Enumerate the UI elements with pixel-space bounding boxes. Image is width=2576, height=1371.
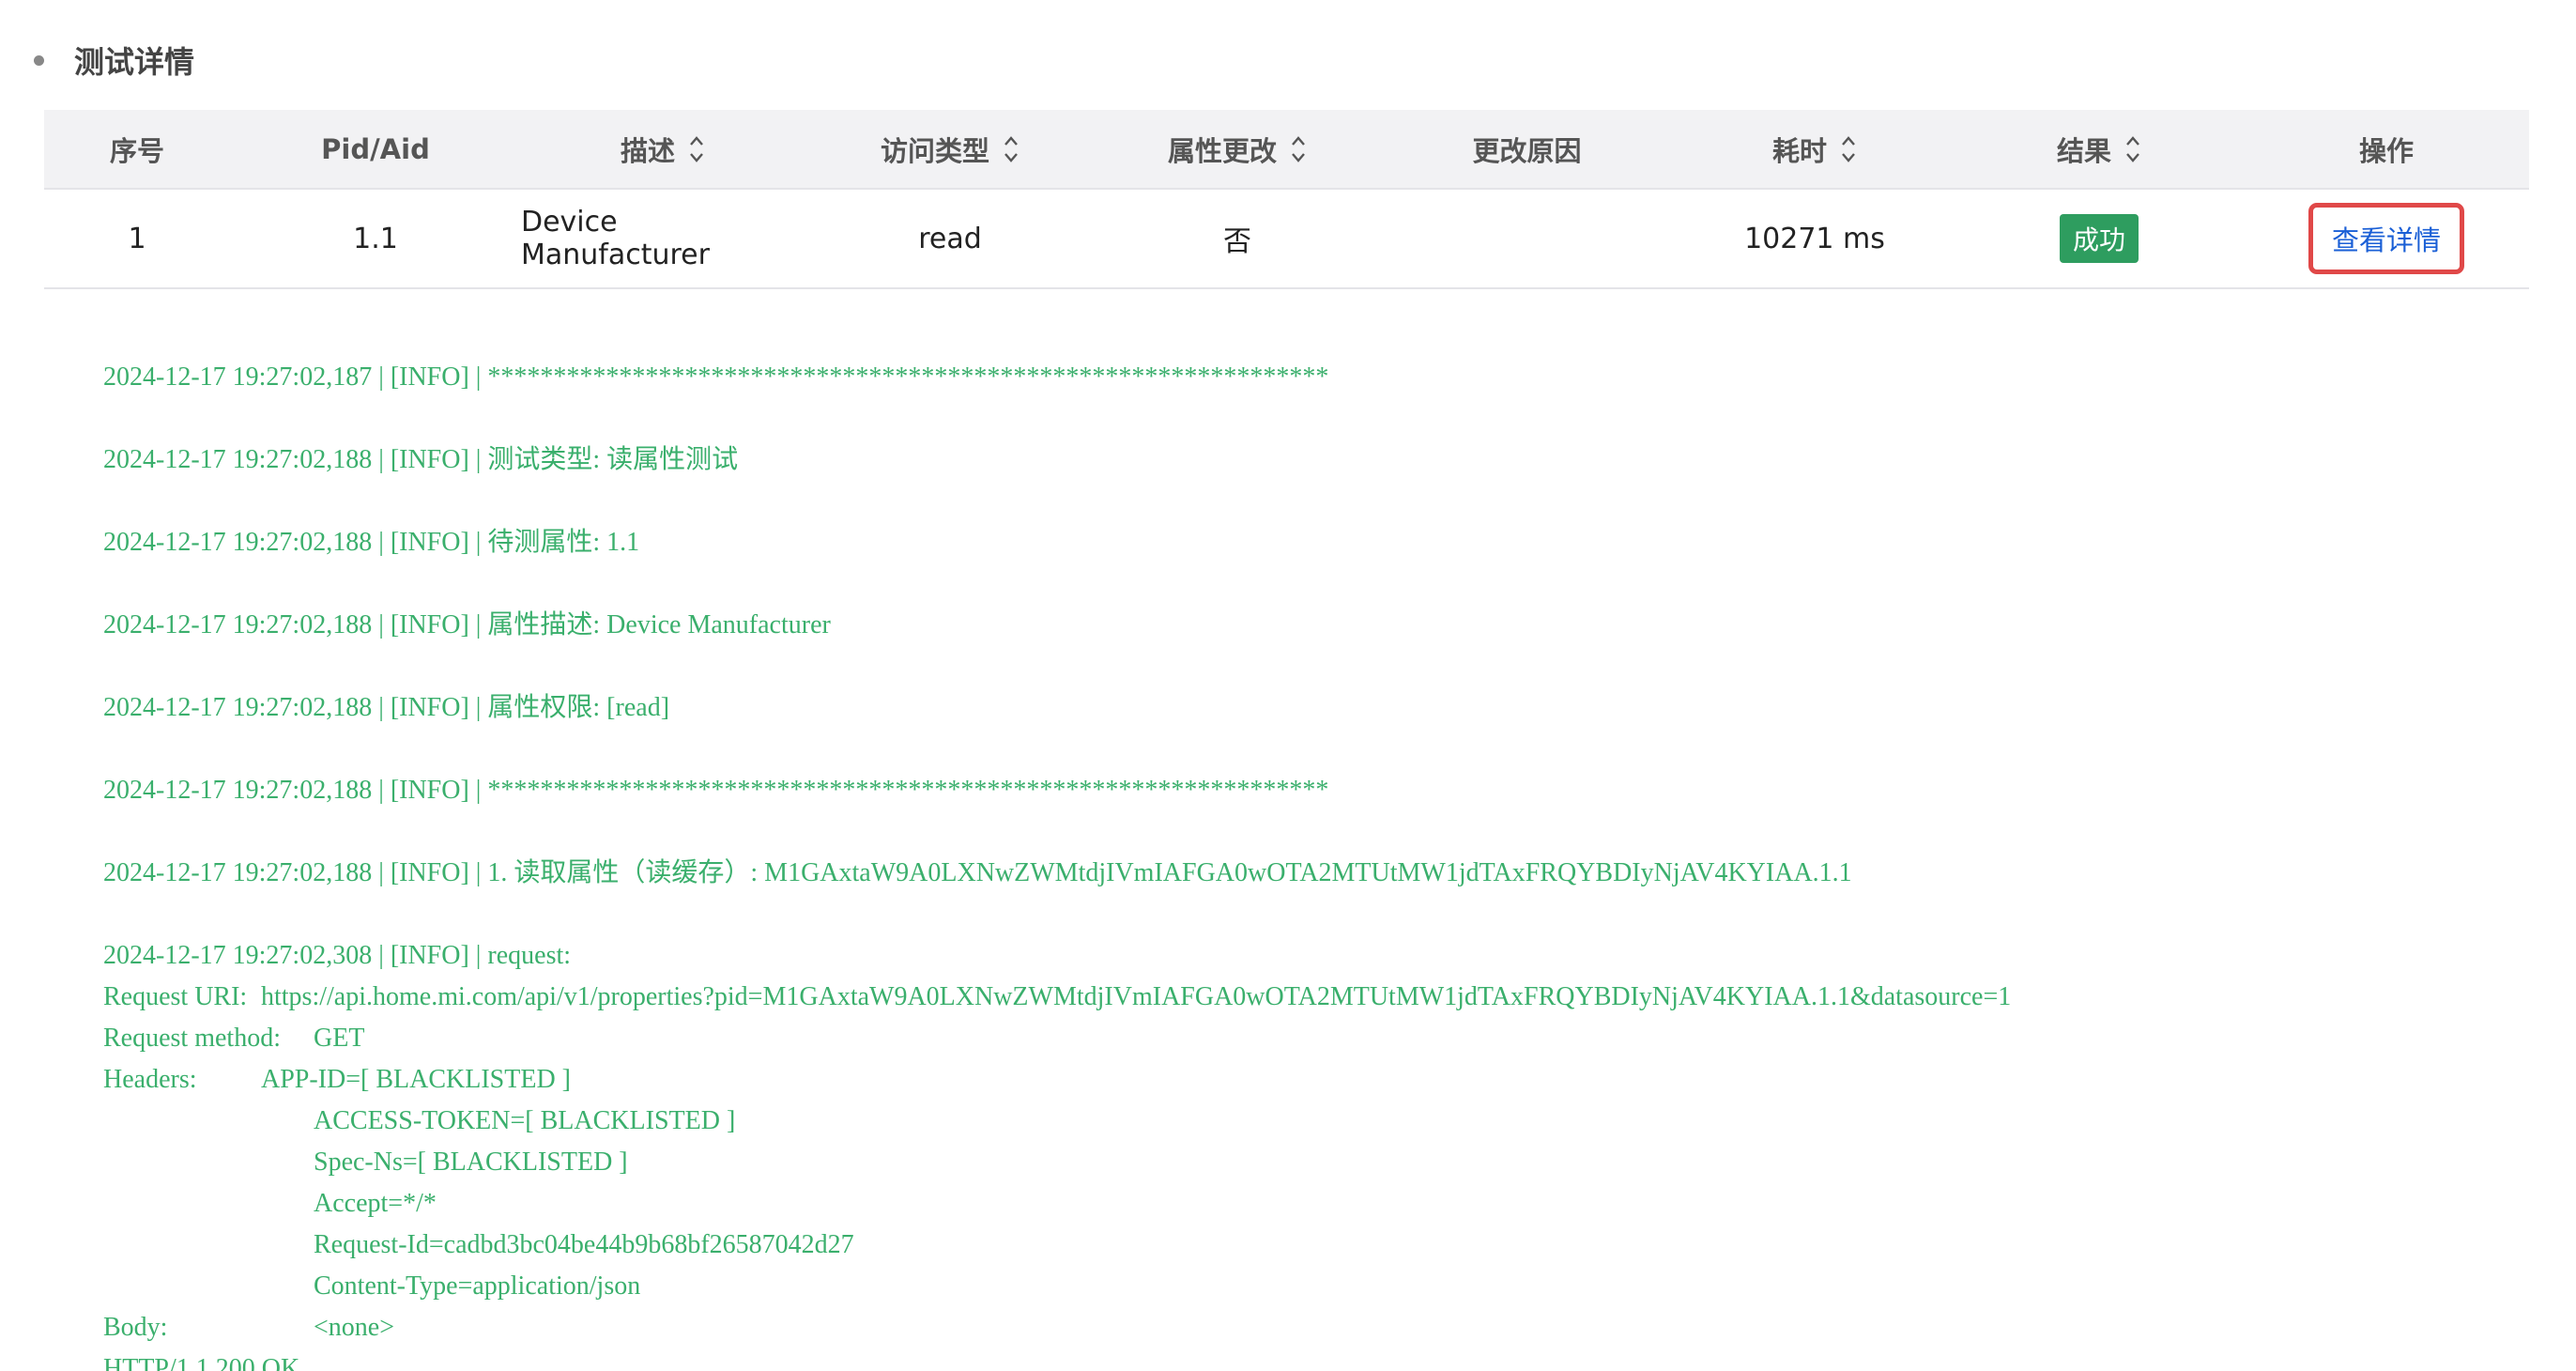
test-log: 2024-12-17 19:27:02,187 | [INFO] | *****… [103,357,2544,1371]
log-line: 2024-12-17 19:27:02,188 | [INFO] | *****… [103,776,1329,805]
cell-pid-aid: 1.1 [353,222,398,255]
request-header-item: Content-Type=application/json [314,1271,641,1301]
request-header-item: Accept=*/* [314,1189,437,1218]
cell-result: 成功 [1955,214,2244,263]
header-access-type-label: 访问类型 [880,134,989,167]
request-uri-label: Request URI: [103,982,248,1011]
sort-icon[interactable] [2124,131,2141,168]
log-line: 2024-12-17 19:27:02,188 | [INFO] | 测试类型:… [103,445,739,474]
test-detail-table: 序号 Pid/Aid 描述 访问类型 属性更改 更改原因 耗时 结果 操作 1 … [44,110,2529,289]
table-header-row: 序号 Pid/Aid 描述 访问类型 属性更改 更改原因 耗时 结果 操作 [44,110,2529,190]
request-headers-label: Headers: [103,1065,197,1094]
page: 测试详情 序号 Pid/Aid 描述 访问类型 属性更改 更改原因 耗时 结果 … [0,0,2576,1371]
status-badge: 成功 [2059,214,2139,263]
request-header-item: Spec-Ns=[ BLACKLISTED ] [314,1148,628,1177]
cell-action: 查看详情 [2244,203,2529,274]
sort-icon[interactable] [688,131,705,168]
table-row: 1 1.1 Device Manufacturer read 否 10271 m… [44,190,2529,289]
section-title: 测试详情 [74,44,195,80]
header-access-type[interactable]: 访问类型 [805,130,1096,169]
request-body-value: <none> [314,1313,395,1342]
request-method-label: Request method: [103,1024,281,1053]
cell-description: Device Manufacturer [521,206,710,271]
request-header-item: ACCESS-TOKEN=[ BLACKLISTED ] [314,1106,736,1135]
sort-icon[interactable] [1840,131,1857,168]
request-header-item: Request-Id=cadbd3bc04be44b9b68bf26587042… [314,1230,854,1259]
header-action-label: 操作 [2358,134,2414,167]
response-status-line: HTTP/1.1 200 OK [103,1354,300,1371]
header-attr-changed-label: 属性更改 [1167,134,1277,167]
section-header: 测试详情 [34,34,194,86]
cell-access-type: read [918,222,982,255]
sort-icon[interactable] [1003,131,1020,168]
log-line: 2024-12-17 19:27:02,188 | [INFO] | 待测属性:… [103,528,640,557]
header-result-label: 结果 [2056,134,2111,167]
header-pid-aid: Pid/Aid [230,133,521,165]
bullet-icon [34,54,44,66]
cell-index: 1 [128,222,146,255]
log-line: 2024-12-17 19:27:02,308 | [INFO] | reque… [103,941,572,970]
request-uri-value: https://api.home.mi.com/api/v1/propertie… [261,982,2012,1011]
request-body-line: Body: <none> [103,1307,2544,1348]
sort-icon[interactable] [1290,131,1307,168]
cell-attr-changed: 否 [1223,225,1251,258]
header-index: 序号 [44,130,230,169]
request-uri-line: Request URI: https://api.home.mi.com/api… [103,977,2544,1018]
request-headers-line: Headers: APP-ID=[ BLACKLISTED ] [103,1059,2544,1101]
header-duration[interactable]: 耗时 [1675,130,1955,169]
log-line: 2024-12-17 19:27:02,187 | [INFO] | *****… [103,362,1329,392]
header-change-reason: 更改原因 [1379,130,1675,169]
header-attr-changed[interactable]: 属性更改 [1096,130,1379,169]
header-index-label: 序号 [109,134,164,167]
header-result[interactable]: 结果 [1955,130,2244,169]
header-duration-label: 耗时 [1771,134,1827,167]
request-body-label: Body: [103,1313,168,1342]
header-description[interactable]: 描述 [521,130,805,169]
request-method-line: Request method: GET [103,1018,2544,1059]
header-description-label: 描述 [620,134,675,167]
view-details-button[interactable]: 查看详情 [2308,203,2464,274]
request-method-value: GET [314,1024,365,1053]
header-pid-aid-label: Pid/Aid [321,132,430,165]
header-change-reason-label: 更改原因 [1472,134,1582,167]
log-line: 2024-12-17 19:27:02,188 | [INFO] | 1. 读取… [103,858,1852,887]
log-line: 2024-12-17 19:27:02,188 | [INFO] | 属性描述:… [103,610,831,639]
request-header-item: APP-ID=[ BLACKLISTED ] [261,1065,571,1094]
cell-duration: 10271 ms [1744,222,1885,255]
log-line: 2024-12-17 19:27:02,188 | [INFO] | 属性权限:… [103,693,670,722]
header-action: 操作 [2244,130,2529,169]
